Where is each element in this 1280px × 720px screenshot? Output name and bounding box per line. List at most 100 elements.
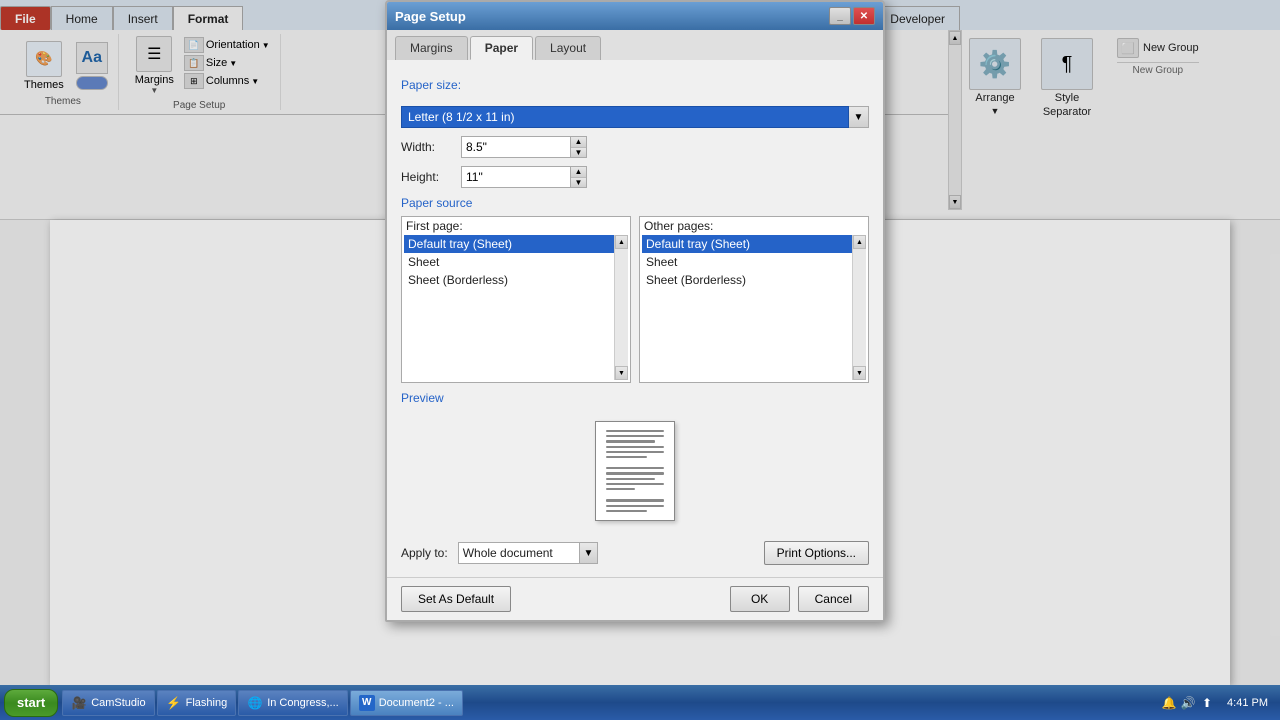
preview-line-2 bbox=[606, 435, 664, 437]
other-pages-item-2[interactable]: Sheet (Borderless) bbox=[642, 271, 866, 289]
other-pages-list[interactable]: Default tray (Sheet) Sheet Sheet (Border… bbox=[642, 235, 866, 380]
paper-size-select[interactable]: Letter (8 1/2 x 11 in) bbox=[401, 106, 849, 128]
preview-area bbox=[401, 411, 869, 531]
paper-size-row: Paper size: bbox=[401, 72, 869, 98]
preview-line-4 bbox=[606, 446, 664, 448]
dialog-minimize-button[interactable]: _ bbox=[829, 7, 851, 25]
width-input-wrapper: 8.5" ▲ ▼ bbox=[461, 136, 587, 158]
taskbar-item-browser[interactable]: 🌐 In Congress,... bbox=[238, 690, 348, 716]
first-page-item-0[interactable]: Default tray (Sheet) bbox=[404, 235, 628, 253]
apply-to-row: Apply to: Whole document ▼ Print Options… bbox=[401, 541, 869, 565]
height-row: Height: 11" ▲ ▼ bbox=[401, 166, 869, 188]
preview-line-14 bbox=[606, 510, 647, 512]
word-icon: W bbox=[359, 695, 375, 711]
first-page-item-2[interactable]: Sheet (Borderless) bbox=[404, 271, 628, 289]
preview-line-9 bbox=[606, 478, 655, 480]
tray-icon-3: ⬆ bbox=[1199, 695, 1215, 711]
clock-time: 4:41 PM bbox=[1227, 697, 1268, 709]
taskbar-items: 🎥 CamStudio ⚡ Flashing 🌐 In Congress,...… bbox=[58, 690, 1157, 716]
camstudio-label: CamStudio bbox=[91, 697, 145, 709]
footer-right: OK Cancel bbox=[730, 586, 869, 612]
op-scroll-down[interactable]: ▼ bbox=[853, 366, 866, 380]
dialog-footer: Set As Default OK Cancel bbox=[387, 577, 883, 620]
preview-line-10 bbox=[606, 483, 664, 485]
page-setup-dialog: Page Setup _ ✕ Margins Paper Layout Pape… bbox=[385, 0, 885, 622]
paper-size-arrow[interactable]: ▼ bbox=[849, 106, 869, 128]
dialog-close-button[interactable]: ✕ bbox=[853, 7, 875, 25]
preview-spacer bbox=[606, 461, 664, 464]
apply-to-label: Apply to: bbox=[401, 546, 448, 560]
taskbar-item-camstudio[interactable]: 🎥 CamStudio bbox=[62, 690, 154, 716]
paper-source-section-label: Paper source bbox=[401, 196, 869, 210]
fp-scroll-track bbox=[615, 249, 628, 366]
paper-size-select-wrapper: Letter (8 1/2 x 11 in) ▼ bbox=[401, 106, 869, 128]
preview-line-3 bbox=[606, 440, 655, 442]
dialog-title: Page Setup bbox=[395, 9, 466, 24]
width-label: Width: bbox=[401, 140, 461, 154]
apply-to-arrow[interactable]: ▼ bbox=[580, 542, 597, 564]
width-input[interactable]: 8.5" bbox=[461, 136, 571, 158]
browser-label: In Congress,... bbox=[267, 697, 339, 709]
start-label: start bbox=[17, 695, 45, 710]
dialog-tabs: Margins Paper Layout bbox=[387, 30, 883, 60]
flashing-icon: ⚡ bbox=[166, 695, 182, 711]
height-spin-up[interactable]: ▲ bbox=[571, 167, 586, 178]
other-pages-item-1[interactable]: Sheet bbox=[642, 253, 866, 271]
taskbar-tray: 🔔 🔊 ⬆ bbox=[1157, 695, 1219, 711]
first-page-header: First page: bbox=[404, 219, 628, 235]
other-pages-item-0[interactable]: Default tray (Sheet) bbox=[642, 235, 866, 253]
first-page-list[interactable]: Default tray (Sheet) Sheet Sheet (Border… bbox=[404, 235, 628, 380]
taskbar-item-word[interactable]: W Document2 - ... bbox=[350, 690, 463, 716]
width-row: Width: 8.5" ▲ ▼ bbox=[401, 136, 869, 158]
first-page-box: First page: Default tray (Sheet) Sheet S… bbox=[401, 216, 631, 383]
dialog-titlebar: Page Setup _ ✕ bbox=[387, 2, 883, 30]
tray-icon-1: 🔔 bbox=[1161, 695, 1177, 711]
op-scroll-track bbox=[853, 249, 866, 366]
print-options-button[interactable]: Print Options... bbox=[764, 541, 869, 565]
apply-to-select[interactable]: Whole document bbox=[458, 542, 581, 564]
dialog-tab-margins[interactable]: Margins bbox=[395, 36, 468, 60]
preview-line-8 bbox=[606, 472, 664, 474]
height-spin-down[interactable]: ▼ bbox=[571, 178, 586, 188]
start-button[interactable]: start bbox=[4, 689, 58, 717]
preview-line-6 bbox=[606, 456, 647, 458]
fp-scroll-down[interactable]: ▼ bbox=[615, 366, 628, 380]
apply-to-value: Whole document bbox=[463, 546, 553, 560]
camstudio-icon: 🎥 bbox=[71, 695, 87, 711]
apply-to-select-wrapper: Whole document ▼ bbox=[458, 542, 598, 564]
height-label: Height: bbox=[401, 170, 461, 184]
width-spin-down[interactable]: ▼ bbox=[571, 148, 586, 158]
cancel-button[interactable]: Cancel bbox=[798, 586, 869, 612]
taskbar: start 🎥 CamStudio ⚡ Flashing 🌐 In Congre… bbox=[0, 685, 1280, 720]
first-page-item-1[interactable]: Sheet bbox=[404, 253, 628, 271]
set-default-button[interactable]: Set As Default bbox=[401, 586, 511, 612]
width-spinners: ▲ ▼ bbox=[571, 136, 587, 158]
other-pages-box: Other pages: Default tray (Sheet) Sheet … bbox=[639, 216, 869, 383]
preview-line-1 bbox=[606, 430, 664, 432]
preview-line-5 bbox=[606, 451, 664, 453]
height-input-wrapper: 11" ▲ ▼ bbox=[461, 166, 587, 188]
taskbar-clock: 4:41 PM bbox=[1219, 695, 1276, 711]
preview-section: Preview bbox=[401, 391, 869, 531]
preview-line-12 bbox=[606, 499, 664, 501]
paper-source-area: First page: Default tray (Sheet) Sheet S… bbox=[401, 216, 869, 383]
first-page-scrollbar: ▲ ▼ bbox=[614, 235, 628, 380]
preview-line-13 bbox=[606, 505, 664, 507]
dialog-body: Paper size: Letter (8 1/2 x 11 in) ▼ Wid… bbox=[387, 60, 883, 577]
width-spin-up[interactable]: ▲ bbox=[571, 137, 586, 148]
fp-scroll-up[interactable]: ▲ bbox=[615, 235, 628, 249]
height-input[interactable]: 11" bbox=[461, 166, 571, 188]
other-pages-header: Other pages: bbox=[642, 219, 866, 235]
footer-left: Set As Default bbox=[401, 586, 511, 612]
preview-line-7 bbox=[606, 467, 664, 469]
height-spinners: ▲ ▼ bbox=[571, 166, 587, 188]
preview-page bbox=[595, 421, 675, 521]
op-scroll-up[interactable]: ▲ bbox=[853, 235, 866, 249]
dialog-tab-layout[interactable]: Layout bbox=[535, 36, 601, 60]
preview-line-11 bbox=[606, 488, 635, 490]
taskbar-item-flashing[interactable]: ⚡ Flashing bbox=[157, 690, 237, 716]
preview-label: Preview bbox=[401, 391, 869, 405]
dialog-tab-paper[interactable]: Paper bbox=[470, 36, 533, 60]
dialog-title-buttons: _ ✕ bbox=[829, 7, 875, 25]
ok-button[interactable]: OK bbox=[730, 586, 790, 612]
